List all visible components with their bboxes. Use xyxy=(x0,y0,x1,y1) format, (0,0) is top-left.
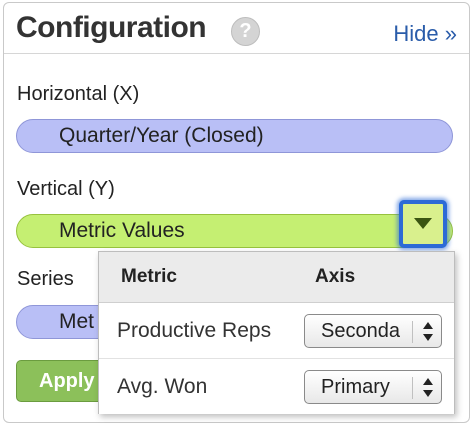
vertical-field-pill[interactable]: Metric Values xyxy=(16,214,453,248)
metric-axis-popup: Metric Axis Productive Reps Seconda Avg.… xyxy=(98,251,455,414)
axis-select-value: Primary xyxy=(321,376,390,398)
updown-arrows-icon xyxy=(423,322,433,342)
column-header-metric: Metric xyxy=(121,266,177,287)
horizontal-label: Horizontal (X) xyxy=(17,83,140,105)
updown-arrows-icon xyxy=(423,378,433,398)
column-header-axis: Axis xyxy=(315,266,356,287)
metric-name: Productive Reps xyxy=(117,319,272,342)
panel-title: Configuration xyxy=(16,11,207,44)
help-icon[interactable]: ? xyxy=(231,17,260,46)
axis-select[interactable]: Seconda xyxy=(304,314,442,348)
metric-name: Avg. Won xyxy=(117,375,208,398)
panel-header: Configuration ? Hide » xyxy=(4,3,469,54)
popup-row: Avg. Won Primary xyxy=(99,359,454,414)
horizontal-field-pill[interactable]: Quarter/Year (Closed) xyxy=(16,119,453,153)
select-divider xyxy=(412,321,413,343)
vertical-label: Vertical (Y) xyxy=(17,178,115,200)
popup-row: Productive Reps Seconda xyxy=(99,303,454,359)
chevron-down-icon xyxy=(414,218,432,229)
axis-select-value: Seconda xyxy=(321,320,400,342)
axis-select[interactable]: Primary xyxy=(304,370,442,404)
popup-header: Metric Axis xyxy=(99,252,454,303)
vertical-dropdown-button[interactable] xyxy=(399,200,447,248)
select-divider xyxy=(412,377,413,399)
hide-link[interactable]: Hide » xyxy=(393,21,457,47)
series-label: Series xyxy=(17,268,74,290)
